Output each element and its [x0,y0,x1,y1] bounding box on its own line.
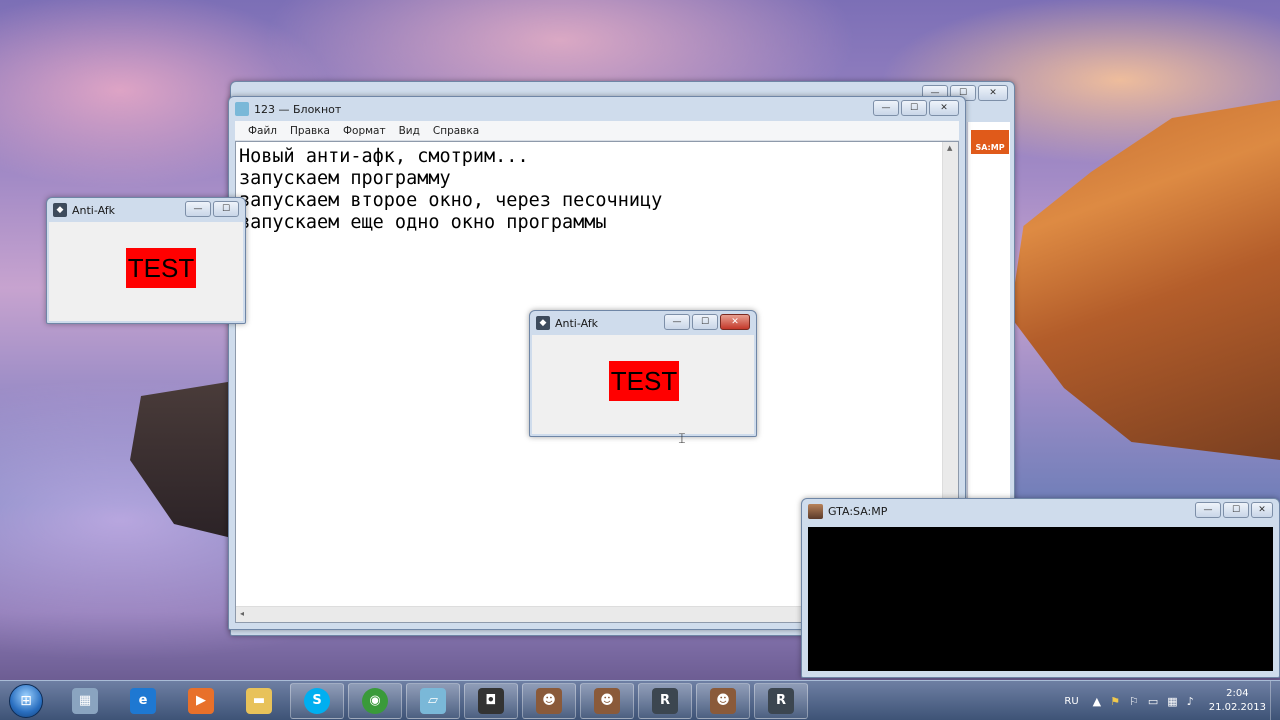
samp-character-icon: ☻ [536,687,562,714]
editor-line: запускаем еще одно окно программы [239,212,607,233]
hypercam-icon: ◘ [478,687,504,714]
text-cursor-icon: 𝙸 [677,431,687,447]
taskbar-item-rockstar-1[interactable]: R [638,682,692,719]
show-hidden-icons-icon[interactable]: ▲ [1093,695,1101,708]
window-title: Anti-Afk [72,203,115,217]
anti-afk-icon: ◆ [536,316,550,330]
taskbar-item-calculator[interactable]: ▦ [58,683,112,719]
taskbar-item-chrome[interactable]: ◉ [348,682,402,719]
close-button[interactable]: ✕ [720,314,750,330]
windows-logo-icon: ⊞ [9,683,43,718]
language-indicator[interactable]: RU [1064,696,1078,707]
window-controls: — ☐ ✕ [873,100,959,116]
skype-icon: S [304,687,330,714]
scroll-up-icon[interactable]: ▲ [947,144,952,152]
menu-file[interactable]: Файл [248,125,277,137]
window-title: Anti-Afk [555,316,598,330]
samp-character-icon: ☻ [594,687,620,714]
taskbar-item-explorer[interactable]: ▬ [232,683,286,719]
wallpaper-rocks-left [130,380,240,540]
clock-date: 21.02.2013 [1208,702,1266,713]
menu-help[interactable]: Справка [433,125,479,137]
media-icon: ▶ [188,687,214,714]
maximize-button[interactable]: ☐ [901,100,927,116]
taskbar-item-rockstar-2[interactable]: R [754,682,808,719]
clock[interactable]: 2:04 21.02.2013 [1209,687,1266,715]
scroll-left-icon[interactable]: ◂ [240,609,244,618]
window-title: 123 — Блокнот [254,102,342,116]
network-icon[interactable]: ▦ [1167,695,1177,708]
anti-afk-window-1[interactable]: ◆ Anti-Afk — ☐ TEST [46,197,246,324]
menu-view[interactable]: Вид [399,125,420,137]
anti-afk-body: TEST [532,335,754,434]
volume-icon[interactable]: ♪ [1187,695,1194,708]
menu-bar: Файл Правка Формат Вид Справка [235,121,959,141]
notepad-icon: ▱ [420,687,446,714]
taskbar-item-internet-explorer[interactable]: e [116,683,170,719]
samp-character-icon: ☻ [710,687,736,714]
taskbar-item-samp-1[interactable]: ☻ [522,682,576,719]
minimize-button[interactable]: — [873,100,899,116]
notepad-icon [235,102,249,116]
calculator-icon: ▦ [72,687,98,714]
editor-line: Новый анти-афк, смотрим... [239,146,529,167]
taskbar-item-media-player[interactable]: ▶ [174,683,228,719]
flag-icon[interactable]: ⚐ [1129,695,1139,708]
menu-format[interactable]: Формат [343,125,386,137]
notepad-titlebar[interactable]: 123 — Блокнот [229,97,965,121]
window-controls: — ☐ ✕ [664,314,750,330]
gta-samp-window[interactable]: GTA:SA:MP — ☐ ✕ [801,498,1280,678]
chrome-icon: ◉ [362,687,388,714]
anti-afk-window-2[interactable]: ◆ Anti-Afk — ☐ ✕ TEST [529,310,757,437]
taskbar-item-hypercam[interactable]: ◘ [464,682,518,719]
maximize-button[interactable]: ☐ [1223,502,1249,518]
anti-afk-icon: ◆ [53,203,67,217]
minimize-button[interactable]: — [664,314,690,330]
window-title: GTA:SA:MP [828,504,888,518]
power-icon[interactable]: ▭ [1148,695,1158,708]
close-button[interactable]: ✕ [978,85,1008,101]
game-screen[interactable] [808,527,1273,671]
minimize-button[interactable]: — [185,201,211,217]
gta-icon [808,503,823,519]
maximize-button[interactable]: ☐ [213,201,239,217]
taskbar-item-samp-3[interactable]: ☻ [696,682,750,719]
action-center-icon[interactable]: ⚑ [1110,695,1120,708]
minimize-button[interactable]: — [1195,502,1221,518]
close-button[interactable]: ✕ [1251,502,1273,518]
window-controls: — ☐ [185,201,239,217]
taskbar-item-samp-2[interactable]: ☻ [580,682,634,719]
ie-icon: e [130,687,156,714]
editor-line: запускаем программу [239,168,451,189]
samp-logo: SA:MP [971,130,1009,154]
maximize-button[interactable]: ☐ [692,314,718,330]
show-desktop-button[interactable] [1270,681,1280,720]
folder-icon: ▬ [246,687,272,714]
system-tray: RU ▲ ⚑ ⚐ ▭ ▦ ♪ 2:04 21.02.2013 [1064,681,1280,720]
test-button[interactable]: TEST [609,361,679,401]
test-button[interactable]: TEST [126,248,196,288]
rockstar-icon: R [768,687,794,714]
start-button[interactable]: ⊞ [6,681,46,720]
taskbar-item-notepad[interactable]: ▱ [406,682,460,719]
clock-time: 2:04 [1226,688,1249,699]
editor-content[interactable]: Новый анти-афк, смотрим... запускаем прог… [239,146,662,234]
editor-line: запускаем второе окно, через песочницу [239,190,663,211]
window-controls: — ☐ ✕ [1195,502,1273,518]
anti-afk-body: TEST [49,222,243,321]
taskbar: ⊞ ▦ e ▶ ▬ S ◉ ▱ ◘ ☻ ☻ R ☻ R RU ▲ ⚑ ⚐ ▭ ▦ ♪ 2:04 21.0… [0,680,1280,720]
taskbar-items: ▦ e ▶ ▬ S ◉ ▱ ◘ ☻ ☻ R ☻ R [54,682,808,719]
taskbar-item-skype[interactable]: S [290,682,344,719]
close-button[interactable]: ✕ [929,100,959,116]
menu-edit[interactable]: Правка [290,125,330,137]
rockstar-icon: R [652,687,678,714]
wallpaper-rocks [1010,100,1280,460]
